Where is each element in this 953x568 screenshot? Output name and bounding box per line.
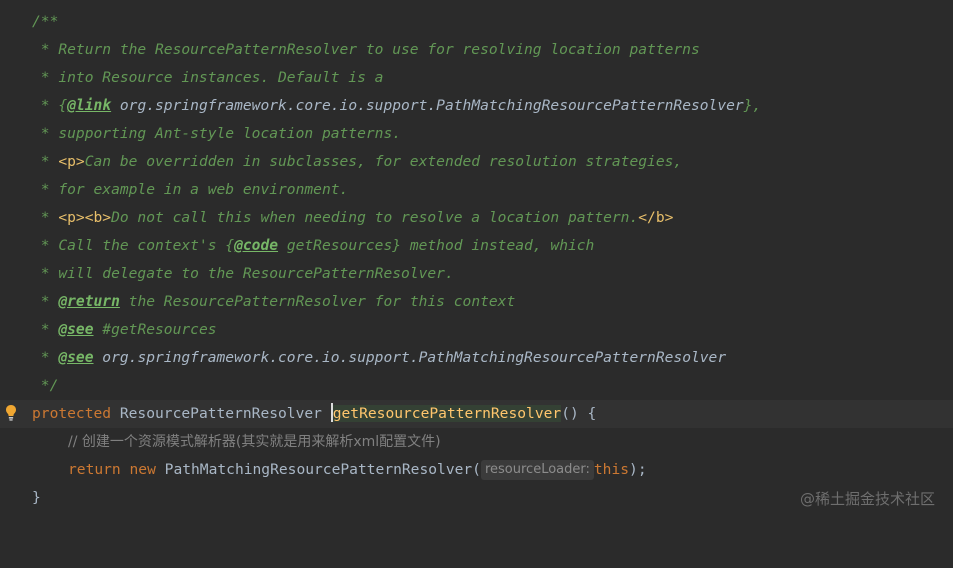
code-line: * into Resource instances. Default is a (0, 64, 953, 92)
doc-comment-text: * <p><b>Do not call this when needing to… (32, 204, 674, 232)
html-tag: </b> (638, 209, 674, 226)
return-statement: return new PathMatchingResourcePatternRe… (68, 456, 647, 484)
code-line: * Return the ResourcePatternResolver to … (0, 36, 953, 64)
return-type[interactable]: ResourcePatternResolver (111, 405, 331, 422)
doc-text: }, (743, 97, 762, 114)
doc-text: * (32, 153, 59, 170)
javadoc-return-tag[interactable]: @return (58, 293, 120, 310)
code-line: * Call the context's {@code getResources… (0, 232, 953, 260)
lightbulb-icon[interactable] (5, 404, 17, 422)
code-line: * @return the ResourcePatternResolver fo… (0, 288, 953, 316)
line-comment: // 创建一个资源模式解析器(其实就是用来解析xml配置文件) (68, 434, 441, 450)
code-text: () { (561, 405, 597, 422)
doc-text: Can be overridden in subclasses, for ext… (84, 153, 683, 170)
code-line: * <p><b>Do not call this when needing to… (0, 204, 953, 232)
code-line: * will delegate to the ResourcePatternRe… (0, 260, 953, 288)
doc-text: getResources} method instead, which (278, 237, 595, 254)
keyword: return (68, 461, 121, 478)
doc-text: * (32, 349, 59, 366)
keyword: this (593, 461, 630, 478)
watermark-text: @稀土掘金技术社区 (799, 490, 935, 508)
class-reference[interactable]: org.springframework.core.io.support.Path… (94, 349, 726, 366)
javadoc-see-tag[interactable]: @see (58, 321, 93, 338)
doc-text: Do not call this when needing to resolve… (111, 209, 639, 226)
code-line: // 创建一个资源模式解析器(其实就是用来解析xml配置文件) (0, 428, 953, 456)
code-text: ); (629, 461, 647, 478)
class-reference[interactable]: org.springframework.core.io.support.Path… (111, 97, 744, 114)
doc-text: the ResourcePatternResolver for this con… (119, 293, 516, 310)
html-tag: <p><b> (58, 209, 112, 226)
doc-comment-text: * for example in a web environment. (32, 181, 349, 198)
code-line: * <p>Can be overridden in subclasses, fo… (0, 148, 953, 176)
doc-text: #getResources (93, 321, 217, 338)
doc-comment-text: * Call the context's {@code getResources… (32, 232, 595, 260)
doc-comment-text: * @return the ResourcePatternResolver fo… (32, 288, 515, 316)
doc-comment-text: * supporting Ant-style location patterns… (32, 125, 402, 142)
method-signature: protected ResourcePatternResolver getRes… (32, 400, 596, 428)
doc-comment-text: * Return the ResourcePatternResolver to … (32, 41, 700, 58)
code-line: * supporting Ant-style location patterns… (0, 120, 953, 148)
doc-comment-close: */ (32, 377, 59, 394)
javadoc-code-tag[interactable]: @code (234, 237, 278, 254)
keyword: new (120, 461, 156, 478)
doc-text: * { (32, 97, 68, 114)
javadoc-see-tag[interactable]: @see (58, 349, 93, 366)
doc-comment-open: /** (32, 13, 59, 30)
code-line: * for example in a web environment. (0, 176, 953, 204)
closing-brace: } (32, 489, 41, 506)
code-line: */ (0, 372, 953, 400)
doc-comment-text: * @see #getResources (32, 316, 217, 344)
constructor-call[interactable]: PathMatchingResourcePatternResolver( (156, 461, 481, 478)
doc-text: * Call the context's { (32, 237, 235, 254)
doc-comment-text: * @see org.springframework.core.io.suppo… (32, 344, 726, 372)
doc-text: * (32, 209, 59, 226)
doc-text: * (32, 321, 59, 338)
html-tag: <p> (58, 153, 85, 170)
code-line: * {@link org.springframework.core.io.sup… (0, 92, 953, 120)
parameter-hint: resourceLoader: (480, 460, 594, 480)
method-name[interactable]: getResourcePatternResolver (332, 405, 562, 422)
code-line: return new PathMatchingResourcePatternRe… (0, 456, 953, 484)
code-line: * @see #getResources (0, 316, 953, 344)
code-editor[interactable]: /** * Return the ResourcePatternResolver… (0, 0, 953, 527)
doc-comment-text: * {@link org.springframework.core.io.sup… (32, 92, 762, 120)
code-line-current[interactable]: protected ResourcePatternResolver getRes… (0, 400, 953, 428)
doc-comment-text: * <p>Can be overridden in subclasses, fo… (32, 148, 682, 176)
doc-comment-text: * will delegate to the ResourcePatternRe… (32, 265, 454, 282)
code-line: /** (0, 8, 953, 36)
javadoc-link-tag[interactable]: @link (67, 97, 111, 114)
keyword: protected (32, 405, 112, 422)
code-line: * @see org.springframework.core.io.suppo… (0, 344, 953, 372)
doc-comment-text: * into Resource instances. Default is a (32, 69, 384, 86)
doc-text: * (32, 293, 59, 310)
